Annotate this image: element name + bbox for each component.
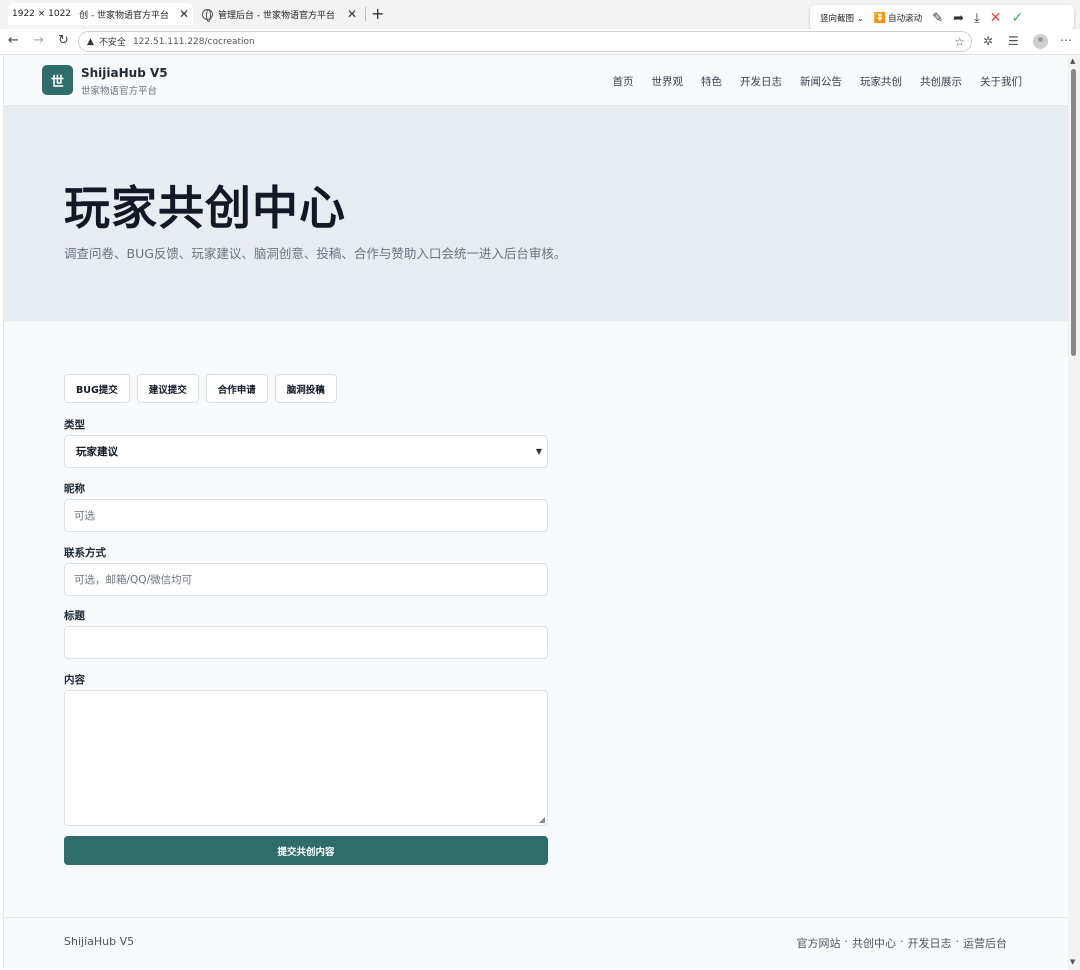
url-text: 122.51.111.228/cocreation — [132, 36, 255, 47]
scroll-up-arrow-icon[interactable]: ▲ — [1070, 57, 1075, 65]
chip-bug-submit[interactable]: BUG提交 — [64, 374, 130, 403]
capture-mode-dropdown[interactable]: 竖向截图 ⌄ — [820, 12, 864, 25]
footer-link-cocreation[interactable]: 共创中心 — [852, 935, 896, 951]
quick-type-chips: BUG提交 建议提交 合作申请 脑洞投稿 — [64, 374, 337, 403]
contact-label: 联系方式 — [64, 547, 106, 559]
url-field[interactable]: ▲ 不安全 122.51.111.228/cocreation ☆ — [78, 31, 972, 52]
nav-item-features[interactable]: 特色 — [701, 74, 722, 89]
nav-item-about[interactable]: 关于我们 — [980, 74, 1022, 89]
nickname-input[interactable]: 可选 — [64, 499, 548, 532]
insecure-label: 不安全 — [98, 38, 126, 48]
main-nav: 首页 世界观 特色 开发日志 新闻公告 玩家共创 共创展示 关于我们 — [613, 74, 1023, 89]
footer-link-admin[interactable]: 运营后台 — [963, 935, 1007, 951]
footer-links: 官方网站 · 共创中心 · 开发日志 · 运营后台 — [797, 935, 1008, 951]
footer-brand: ShijiaHub V5 — [64, 935, 135, 948]
site-header: 世 ShijiaHub V5 世家物语官方平台 首页 世界观 特色 开发日志 新… — [4, 55, 1068, 106]
auto-scroll-button[interactable]: ⏬ 自动滚动 — [873, 12, 923, 25]
more-dots-icon[interactable]: ⋯ — [1060, 33, 1072, 47]
browser-address-bar: ← → ↻ ▲ 不安全 122.51.111.228/cocreation ☆ … — [0, 29, 1080, 55]
scroll-down-arrow-icon[interactable]: ▼ — [1070, 958, 1075, 966]
content-label: 内容 — [64, 674, 85, 686]
back-arrow-icon[interactable]: ← — [8, 33, 19, 48]
page-scrollbar[interactable]: ▲ ▼ — [1068, 55, 1080, 970]
site-footer: ShijiaHub V5 官方网站 · 共创中心 · 开发日志 · 运营后台 — [4, 917, 1068, 968]
brand-subtitle: 世家物语官方平台 — [81, 86, 158, 97]
contact-input[interactable]: 可选，邮箱/QQ/微信均可 — [64, 563, 548, 596]
chevron-down-icon: ⌄ — [857, 13, 864, 23]
new-tab-plus-icon[interactable]: + — [371, 4, 384, 23]
nav-item-cocreation[interactable]: 玩家共创 — [860, 74, 902, 89]
screenshot-dimension-label: 1922 × 1022 — [12, 9, 72, 19]
tab-separator — [365, 7, 366, 21]
profile-avatar-icon[interactable] — [1033, 34, 1048, 49]
tab-title: 创 - 世家物语官方平台 — [79, 10, 170, 21]
footer-separator: · — [900, 935, 904, 948]
browser-tab-active[interactable]: 1922 × 1022 创 - 世家物语官方平台 ✕ — [8, 3, 193, 25]
footer-link-devlog[interactable]: 开发日志 — [908, 935, 952, 951]
footer-link-official-site[interactable]: 官方网站 — [797, 935, 841, 951]
nav-item-worldview[interactable]: 世界观 — [652, 74, 684, 89]
cancel-x-icon[interactable]: ✕ — [990, 10, 1002, 26]
nav-item-showcase[interactable]: 共创展示 — [920, 74, 962, 89]
nav-item-devlog[interactable]: 开发日志 — [740, 74, 782, 89]
chip-idea-submit[interactable]: 脑洞投稿 — [274, 374, 337, 403]
globe-icon — [202, 8, 213, 22]
page-title: 玩家共创中心 — [64, 181, 346, 235]
browser-tab-bar: 1922 × 1022 创 - 世家物语官方平台 ✕ 管理后台 - 世家物语官方… — [0, 0, 1080, 31]
contact-placeholder: 可选，邮箱/QQ/微信均可 — [74, 574, 193, 586]
close-icon[interactable]: ✕ — [347, 7, 357, 21]
submit-button[interactable]: 提交共创内容 — [64, 836, 548, 865]
star-icon[interactable]: ☆ — [954, 35, 965, 49]
type-select-value: 玩家建议 — [76, 446, 118, 458]
title-input[interactable] — [64, 626, 548, 659]
reload-icon[interactable]: ↻ — [58, 33, 69, 48]
page-viewport: 世 ShijiaHub V5 世家物语官方平台 首页 世界观 特色 开发日志 新… — [3, 55, 1068, 968]
double-chevron-down-icon: ⏬ — [873, 12, 887, 24]
browser-tab[interactable]: 管理后台 - 世家物语官方平台 ✕ — [200, 3, 360, 25]
nav-item-news[interactable]: 新闻公告 — [800, 74, 842, 89]
footer-separator: · — [955, 935, 960, 948]
logo-badge[interactable]: 世 — [42, 65, 73, 95]
screenshot-toolbar: 竖向截图 ⌄ ⏬ 自动滚动 ✎ ➦ ⤓ ✕ ✓ — [810, 5, 1074, 31]
forward-arrow-icon[interactable]: → — [33, 33, 44, 48]
chip-suggestion-submit[interactable]: 建议提交 — [136, 374, 199, 403]
nickname-label: 昵称 — [64, 483, 85, 495]
hero-section: 玩家共创中心 调查问卷、BUG反馈、玩家建议、脑洞创意、投稿、合作与赞助入口会统… — [4, 106, 1068, 321]
type-label: 类型 — [64, 419, 85, 431]
page-subtitle: 调查问卷、BUG反馈、玩家建议、脑洞创意、投稿、合作与赞助入口会统一进入后台审核… — [64, 246, 567, 261]
title-label: 标题 — [64, 610, 85, 622]
extensions-puzzle-icon[interactable]: ✲ — [983, 34, 993, 48]
nav-item-home[interactable]: 首页 — [613, 74, 634, 89]
download-icon[interactable]: ⤓ — [974, 11, 980, 26]
chip-cooperation-apply[interactable]: 合作申请 — [205, 374, 268, 403]
share-icon[interactable]: ➦ — [953, 11, 964, 26]
scroll-thumb[interactable] — [1071, 69, 1076, 356]
resize-grip-icon[interactable]: ◢ — [539, 815, 545, 824]
favorites-icon[interactable]: ☰ — [1008, 34, 1019, 48]
auto-scroll-label: 自动滚动 — [888, 14, 923, 24]
close-icon[interactable]: ✕ — [179, 7, 189, 21]
type-select[interactable]: 玩家建议 ▼ — [64, 435, 548, 468]
warning-triangle-icon: ▲ — [87, 36, 94, 47]
pen-icon[interactable]: ✎ — [932, 11, 943, 26]
confirm-check-icon[interactable]: ✓ — [1011, 10, 1023, 26]
nickname-placeholder: 可选 — [74, 510, 95, 522]
tab-title: 管理后台 - 世家物语官方平台 — [218, 10, 335, 21]
chevron-down-icon: ▼ — [535, 447, 542, 456]
content-textarea[interactable]: ◢ — [64, 690, 548, 826]
footer-separator: · — [844, 935, 849, 948]
brand-name[interactable]: ShijiaHub V5 — [81, 66, 168, 80]
capture-mode-label: 竖向截图 — [820, 14, 855, 24]
